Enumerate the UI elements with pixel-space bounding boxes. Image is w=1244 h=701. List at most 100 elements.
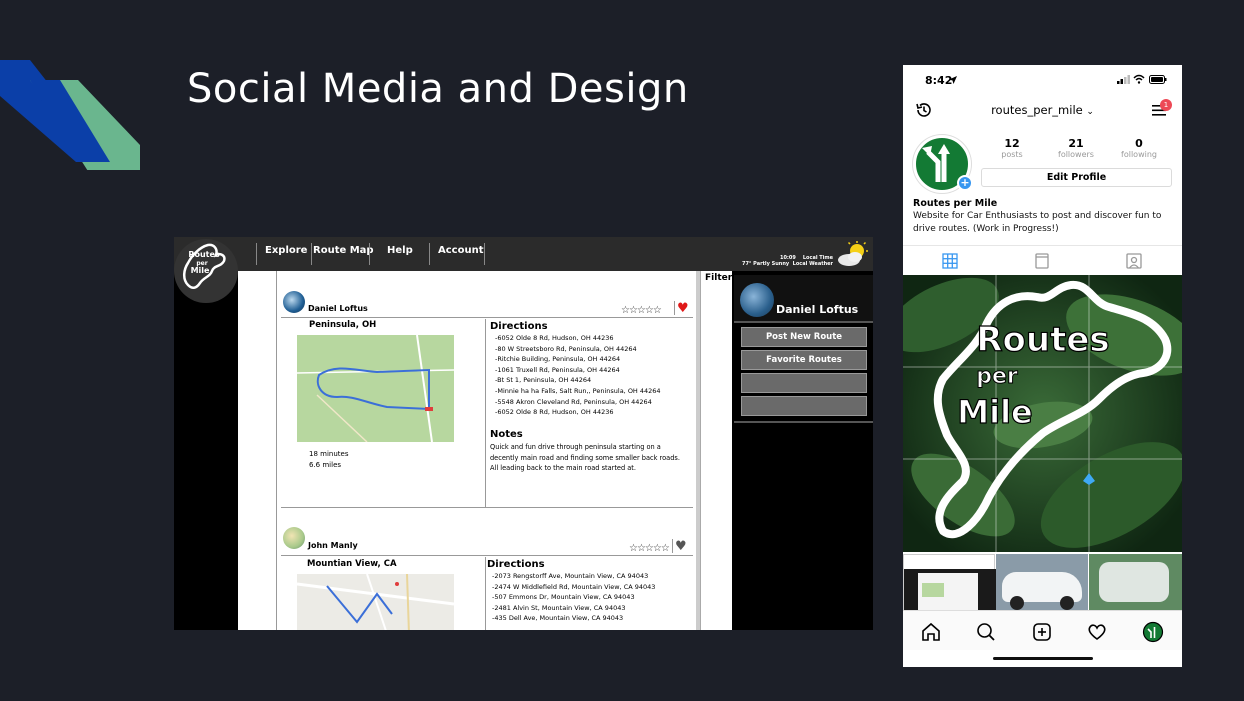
profile-username[interactable]: routes_per_mile ⌄ (903, 103, 1182, 117)
featured-word-per: per (976, 364, 1018, 389)
author-avatar[interactable] (283, 527, 305, 549)
stat-posts-count: 12 (1004, 137, 1020, 150)
nav-route-map[interactable]: Route Map (313, 245, 374, 256)
route-feed: Daniel Loftus ☆☆☆☆☆ ♥ Peninsula, OH 18 m… (276, 271, 696, 630)
featured-word-mile: Mile (957, 393, 1032, 431)
directions-heading: Directions (490, 321, 548, 332)
route-map-thumbnail[interactable] (297, 335, 454, 442)
partly-sunny-icon (838, 241, 868, 266)
post-author[interactable]: John Manly (308, 541, 358, 550)
notification-badge: 1 (1160, 99, 1172, 111)
direction-step: -5548 Akron Cleveland Rd, Peninsula, OH … (495, 397, 652, 406)
track-outline-icon: Routes per Mile (183, 243, 226, 289)
divider (281, 555, 693, 556)
weather-value: 77° Partly Sunny (741, 261, 790, 267)
filter-panel[interactable]: Filter (700, 271, 732, 630)
post-new-route-button[interactable]: Post New Route (741, 327, 867, 347)
route-location: Peninsula, OH (309, 320, 377, 330)
profile-tabs (903, 245, 1182, 276)
nav-divider (429, 243, 430, 265)
slide-accent-shapes (0, 60, 140, 170)
tagged-icon[interactable] (1124, 252, 1144, 270)
nav-help[interactable]: Help (387, 245, 413, 256)
search-icon[interactable] (975, 621, 997, 643)
add-icon[interactable] (1031, 621, 1053, 643)
sidebar-user-name[interactable]: Daniel Loftus (776, 303, 858, 316)
route-duration: 18 minutes (309, 450, 349, 458)
profile-username-text[interactable]: routes_per_mile (991, 103, 1083, 117)
stat-following[interactable]: 0 following (1109, 137, 1169, 159)
instagram-profile-screenshot: 8:42 routes_per_mile ⌄ 1 + 12 posts 21 fol… (903, 65, 1182, 667)
direction-step: -6052 Olde 8 Rd, Hudson, OH 44236 (495, 334, 614, 342)
slide-title: Social Media and Design (187, 66, 689, 112)
heart-icon[interactable] (1086, 621, 1108, 643)
nav-divider (311, 243, 312, 265)
left-margin (174, 271, 236, 630)
chevron-down-icon[interactable]: ⌄ (1086, 107, 1094, 117)
divider (674, 301, 675, 315)
post-separator (281, 507, 693, 508)
divider (672, 539, 673, 553)
sidebar-empty-button[interactable] (741, 373, 867, 393)
profile-bio: Website for Car Enthusiasts to post and … (913, 211, 1162, 234)
stat-followers-count: 21 (1068, 137, 1084, 150)
wifi-icon (1133, 74, 1145, 84)
sidebar-profile[interactable]: Daniel Loftus (734, 275, 873, 323)
post-thumbnail-row (903, 554, 1182, 613)
post-thumbnail-website[interactable] (903, 554, 996, 613)
nav-explore[interactable]: Explore (265, 245, 307, 256)
stat-posts[interactable]: 12 posts (982, 137, 1042, 159)
weather-label: Local Weather (792, 261, 833, 267)
stat-following-label: following (1121, 150, 1157, 159)
post-author[interactable]: Daniel Loftus (308, 304, 368, 313)
route-distance: 6.6 miles (309, 460, 342, 469)
notes-heading: Notes (490, 429, 523, 440)
stat-followers[interactable]: 21 followers (1046, 137, 1106, 159)
battery-icon (1149, 75, 1167, 84)
featured-word-routes: Routes (976, 320, 1109, 360)
logo-word-routes: Routes (188, 250, 220, 259)
weather-widget: 10:09 Local Time 77° Partly Sunny Local … (742, 255, 833, 267)
favorite-heart-icon[interactable]: ♥ (675, 539, 687, 554)
rating-stars[interactable]: ☆☆☆☆☆ (629, 543, 670, 554)
post-thumbnail-car[interactable] (996, 554, 1088, 612)
stat-following-count: 0 (1135, 137, 1143, 150)
website-screenshot: Explore Route Map Help Account 10:09 Loc… (174, 237, 873, 630)
author-avatar[interactable] (283, 291, 305, 313)
direction-step: -507 Emmons Dr, Mountain View, CA 94043 (492, 593, 635, 602)
igtv-icon[interactable] (1032, 252, 1052, 270)
grid-icon[interactable] (940, 252, 960, 270)
home-indicator (993, 657, 1093, 660)
sidebar-empty-button[interactable] (741, 396, 867, 416)
direction-step: -Ritchie Building, Peninsula, OH 44264 (495, 355, 621, 364)
direction-step: -435 Dell Ave, Mountain View, CA 94043 (492, 614, 624, 623)
website-navbar: Explore Route Map Help Account 10:09 Loc… (174, 237, 873, 271)
filter-label[interactable]: Filter (705, 273, 732, 283)
profile-icon[interactable] (1142, 621, 1164, 643)
add-story-icon[interactable]: + (957, 175, 973, 191)
nav-divider (484, 243, 485, 265)
favorite-routes-button[interactable]: Favorite Routes (741, 350, 867, 370)
direction-step: -2481 Alvin St, Mountain View, CA 94043 (492, 603, 626, 612)
route-notes: Quick and fun drive through peninsula st… (490, 443, 680, 472)
route-stats: 18 minutes 6.6 miles (309, 449, 348, 470)
direction-step: -Minnie ha ha Falls, Salt Run,, Peninsul… (495, 386, 661, 395)
directions-list: -6052 Olde 8 Rd, Hudson, OH 44236 -80 W … (495, 333, 661, 418)
direction-step: -2474 W Middlefield Rd, Mountain View, C… (492, 582, 656, 591)
post-thumbnail-car-green[interactable] (1089, 554, 1182, 612)
nav-account[interactable]: Account (438, 245, 483, 256)
divider (485, 319, 486, 507)
stat-followers-label: followers (1058, 150, 1094, 159)
profile-header-bar: routes_per_mile ⌄ 1 (903, 95, 1182, 125)
sidebar-avatar[interactable] (740, 283, 774, 317)
location-arrow-icon (949, 76, 957, 84)
direction-step: -6052 Olde 8 Rd, Hudson, OH 44236 (495, 408, 614, 417)
routes-per-mile-logo[interactable]: Routes per Mile (174, 239, 238, 303)
feed-gutter (238, 271, 276, 630)
home-icon[interactable] (920, 621, 942, 643)
route-map-thumbnail[interactable] (297, 574, 454, 630)
edit-profile-button[interactable]: Edit Profile (981, 168, 1172, 187)
rating-stars[interactable]: ☆☆☆☆☆ (621, 305, 662, 316)
featured-post-image[interactable]: Routes per Mile (903, 275, 1182, 552)
favorite-heart-icon[interactable]: ♥ (677, 301, 689, 316)
